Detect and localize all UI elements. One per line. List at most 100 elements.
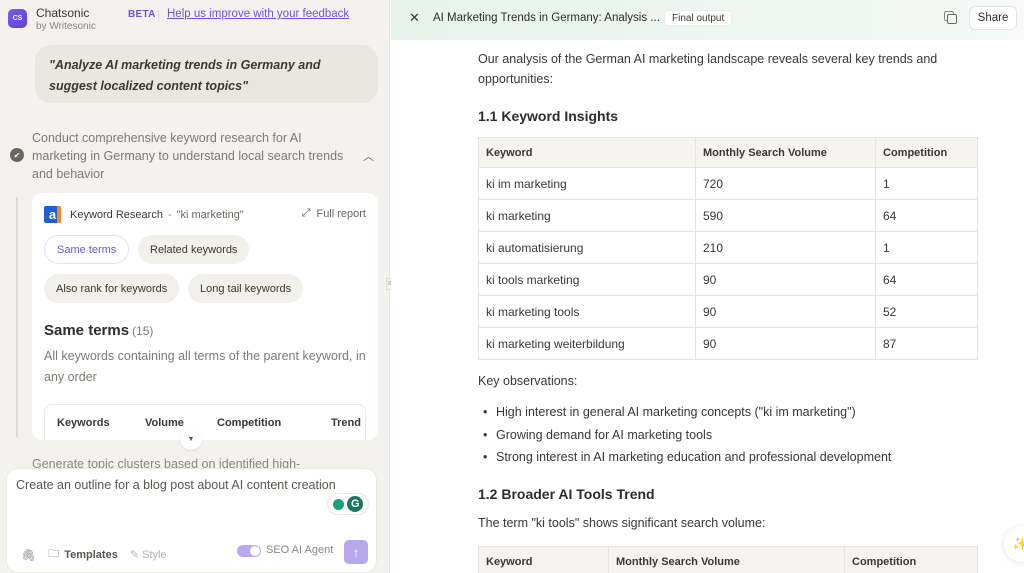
ki-tools-paragraph: The term "ki tools" shows significant se… <box>478 516 766 530</box>
final-output-badge: Final output <box>664 10 733 26</box>
section-title-text: Same terms <box>44 322 130 339</box>
ai-tools-table: Keyword Monthly Search Volume Competitio… <box>478 546 978 573</box>
table-row: ki marketing 590 64 <box>478 199 978 232</box>
cell-competition: 1 <box>875 167 978 200</box>
heading-broader-ai-tools: 1.2 Broader AI Tools Trend <box>478 486 655 502</box>
cell-keyword: ki automatisierung <box>478 231 696 264</box>
chip-also-rank-for[interactable]: Also rank for keywords <box>44 274 180 303</box>
magic-wand-icon: ✨ <box>1012 536 1024 551</box>
send-button[interactable]: ↑ <box>344 540 368 564</box>
full-report-button[interactable]: ⤢ Full report <box>302 207 366 220</box>
cell-competition: 1 <box>875 231 978 264</box>
expand-icon: ⤢ <box>301 207 311 219</box>
col-keywords[interactable]: Keywords <box>57 417 145 440</box>
cell-volume: 90 <box>695 295 876 328</box>
magic-wand-button[interactable]: ✨ <box>1004 526 1024 562</box>
chatsonic-logo: CS <box>8 9 27 28</box>
card-title: Keyword Research <box>70 208 163 221</box>
col-keyword: Keyword <box>478 546 609 573</box>
cell-volume: 590 <box>695 199 876 232</box>
list-item: Growing demand for AI marketing tools <box>478 424 891 447</box>
table-header-row: Keyword Monthly Search Volume Competitio… <box>478 546 978 573</box>
chip-same-terms[interactable]: Same terms <box>44 235 130 264</box>
intro-paragraph: Our analysis of the German AI marketing … <box>478 52 938 86</box>
card-query: "ki marketing" <box>176 208 244 221</box>
feather-icon: ✎ <box>129 549 140 561</box>
chat-panel: CS Chatsonic by Writesonic BETA Help us … <box>0 0 390 573</box>
chip-long-tail[interactable]: Long tail keywords <box>188 274 304 303</box>
lightbulb-icon <box>332 498 344 510</box>
grammarly-widget[interactable]: G <box>327 493 369 515</box>
cell-competition: 64 <box>875 199 978 232</box>
document-title: AI Marketing Trends in Germany: Analysis… <box>433 12 660 24</box>
seo-agent-toggle[interactable] <box>237 545 261 557</box>
table-row: ki marketing tools 90 52 <box>478 295 978 328</box>
grammarly-icon: G <box>347 496 364 512</box>
document-content: Our analysis of the German AI marketing … <box>478 49 978 573</box>
templates-button[interactable]: 🗀 Templates <box>48 545 118 564</box>
table-row: ki im marketing 720 1 <box>478 167 978 200</box>
keyword-tool-logo-icon: a <box>44 206 61 223</box>
col-monthly-search-volume: Monthly Search Volume <box>695 137 876 168</box>
table-row: ki marketing weiterbildung 90 87 <box>478 327 978 360</box>
table-row: ki tools marketing 90 64 <box>478 263 978 296</box>
observations-list: High interest in general AI marketing co… <box>478 401 891 469</box>
cell-volume: 90 <box>695 263 876 296</box>
keywords-table-header: Keywords Volume Competition Trend <box>44 404 366 440</box>
cell-competition: 87 <box>875 327 978 360</box>
brand: CS Chatsonic by Writesonic <box>8 6 96 33</box>
cell-keyword: ki marketing weiterbildung <box>478 327 696 360</box>
document-panel: ✕ AI Marketing Trends in Germany: Analys… <box>391 0 1024 573</box>
chip-related-keywords[interactable]: Related keywords <box>138 235 250 264</box>
thread-line <box>16 197 18 437</box>
col-competition: Competition <box>875 137 978 168</box>
table-row: ki automatisierung 210 1 <box>478 231 978 264</box>
document-topbar: ✕ AI Marketing Trends in Germany: Analys… <box>391 0 1024 40</box>
cell-keyword: ki marketing tools <box>478 295 696 328</box>
cell-competition: 52 <box>875 295 978 328</box>
step-text: Conduct comprehensive keyword research f… <box>32 131 344 181</box>
observations-label: Key observations: <box>478 374 578 388</box>
check-circle-icon: ✔ <box>10 148 24 162</box>
separator: - <box>167 208 172 221</box>
cell-competition: 64 <box>875 263 978 296</box>
chat-input[interactable] <box>16 478 356 492</box>
list-item: High interest in general AI marketing co… <box>478 401 891 424</box>
col-keyword: Keyword <box>478 137 696 168</box>
section-title: Same terms (15) <box>44 322 153 339</box>
copy-icon[interactable] <box>944 11 958 25</box>
share-button[interactable]: Share <box>969 6 1017 30</box>
cell-volume: 90 <box>695 327 876 360</box>
folder-icon: 🗀 <box>48 548 60 560</box>
style-button[interactable]: ✎ Style <box>130 548 167 561</box>
scroll-down-button[interactable]: ▼ <box>180 428 202 450</box>
chevron-up-icon[interactable]: ︿ <box>363 148 374 164</box>
arrow-up-icon: ↑ <box>352 544 360 560</box>
task-step[interactable]: ✔ Conduct comprehensive keyword research… <box>10 129 380 183</box>
feedback-link[interactable]: Help us improve with your feedback <box>167 8 349 20</box>
cell-volume: 210 <box>695 231 876 264</box>
section-description: All keywords containing all terms of the… <box>44 349 366 384</box>
col-monthly-search-volume: Monthly Search Volume <box>608 546 845 573</box>
section-count: (15) <box>132 324 154 338</box>
list-item: Strong interest in AI marketing educatio… <box>478 446 891 469</box>
attach-button[interactable]: 🖇 <box>21 548 36 562</box>
col-competition[interactable]: Competition <box>217 417 317 440</box>
beta-badge: BETA <box>128 9 156 20</box>
cell-volume: 720 <box>695 167 876 200</box>
cell-keyword: ki im marketing <box>478 167 696 200</box>
col-trend[interactable]: Trend <box>331 417 361 440</box>
divider <box>158 10 159 21</box>
full-report-label: Full report <box>316 207 366 220</box>
table-header-row: Keyword Monthly Search Volume Competitio… <box>478 137 978 168</box>
composer: G 🖇 🗀 Templates ✎ Style SEO AI Agent ↑ <box>6 468 377 573</box>
app-by: by Writesonic <box>36 21 96 32</box>
keyword-research-card: a Keyword Research - "ki marketing" ⤢ Fu… <box>32 193 378 440</box>
keyword-insights-table: Keyword Monthly Search Volume Competitio… <box>478 137 978 360</box>
close-icon[interactable]: ✕ <box>409 10 420 26</box>
app-name: Chatsonic <box>36 6 90 20</box>
templates-label: Templates <box>64 548 118 561</box>
user-prompt-bubble: "Analyze AI marketing trends in Germany … <box>35 45 378 103</box>
seo-agent-label: SEO AI Agent <box>266 544 334 556</box>
style-label: Style <box>142 549 167 561</box>
